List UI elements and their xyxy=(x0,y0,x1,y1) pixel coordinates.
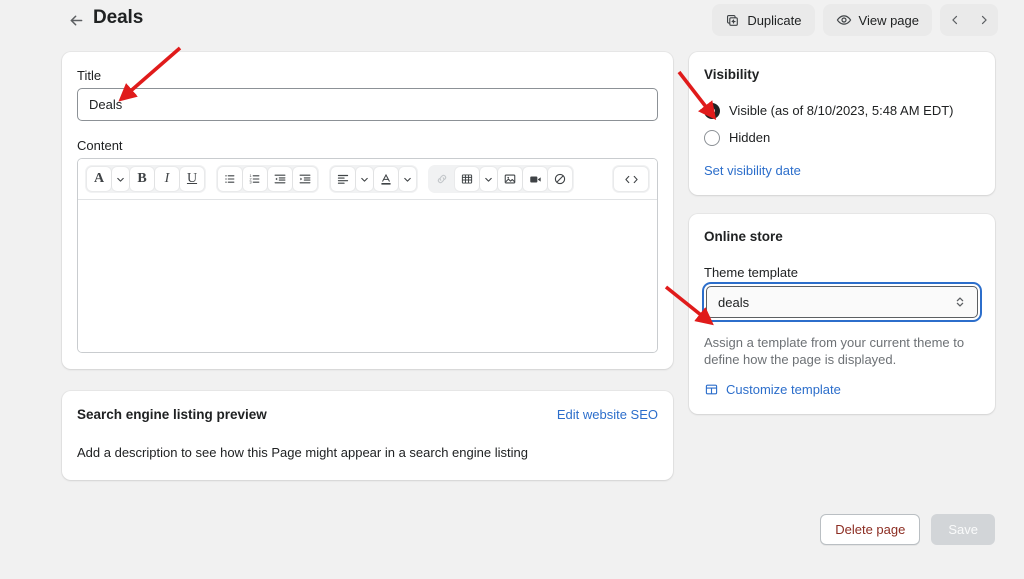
font-style-caret-button[interactable] xyxy=(112,167,129,191)
chevron-left-icon xyxy=(951,15,957,25)
visibility-card-title: Visibility xyxy=(704,67,760,82)
toolbar-group-insert xyxy=(428,165,574,193)
customize-template-label[interactable]: Customize template xyxy=(726,382,841,397)
duplicate-button-label: Duplicate xyxy=(747,12,802,28)
code-icon xyxy=(624,175,638,183)
insert-link-button xyxy=(430,167,454,191)
theme-template-select-wrapper: deals xyxy=(704,284,980,320)
template-icon xyxy=(705,384,718,395)
theme-template-select[interactable]: deals xyxy=(706,286,978,318)
italic-button[interactable]: I xyxy=(155,167,179,191)
font-style-button[interactable]: A xyxy=(87,167,111,191)
indent-icon xyxy=(299,174,311,184)
link-icon xyxy=(437,174,447,184)
chevron-down-icon xyxy=(485,177,492,182)
image-icon xyxy=(504,174,516,184)
align-button[interactable] xyxy=(331,167,355,191)
duplicate-button[interactable]: Duplicate xyxy=(712,4,815,36)
svg-text:3: 3 xyxy=(250,180,252,184)
visibility-visible-label: Visible (as of 8/10/2023, 5:48 AM EDT) xyxy=(729,103,954,118)
previous-page-button[interactable] xyxy=(940,4,969,36)
editor-body[interactable] xyxy=(78,200,657,352)
numbered-list-button[interactable]: 1 2 3 xyxy=(243,167,267,191)
outdent-button[interactable] xyxy=(268,167,292,191)
toolbar-group-align-color xyxy=(329,165,418,193)
show-html-button[interactable] xyxy=(614,167,648,191)
table-icon xyxy=(461,174,473,184)
visibility-hidden-radio[interactable] xyxy=(704,130,720,146)
bold-button[interactable]: B xyxy=(130,167,154,191)
save-button: Save xyxy=(931,514,995,545)
online-store-card-title: Online store xyxy=(704,229,783,244)
title-input[interactable] xyxy=(77,88,658,121)
align-left-icon xyxy=(337,174,349,184)
page-content-card: Title Content A B I U xyxy=(62,52,673,369)
up-down-chevron-icon xyxy=(956,297,964,307)
insert-video-button[interactable] xyxy=(523,167,547,191)
toolbar-group-text: A B I U xyxy=(85,165,206,193)
chevron-down-icon xyxy=(117,177,124,182)
visibility-visible-radio[interactable] xyxy=(704,103,720,119)
outdent-icon xyxy=(274,174,286,184)
sidebar-column: Visibility Visible (as of 8/10/2023, 5:4… xyxy=(689,52,995,414)
insert-table-button[interactable] xyxy=(455,167,479,191)
title-field-label: Title xyxy=(77,68,102,83)
text-color-caret-button[interactable] xyxy=(399,167,416,191)
chevron-down-icon xyxy=(361,177,368,182)
seo-header: Search engine listing preview Edit websi… xyxy=(77,407,658,422)
table-caret-button[interactable] xyxy=(480,167,497,191)
bulleted-list-icon xyxy=(225,175,235,183)
arrow-left-icon xyxy=(70,14,82,26)
edit-website-seo-link[interactable]: Edit website SEO xyxy=(557,407,658,422)
theme-template-label: Theme template xyxy=(704,265,798,280)
page-navigation xyxy=(940,4,998,36)
content-field-label: Content xyxy=(77,138,123,153)
online-store-card: Online store Theme template deals Assign… xyxy=(689,214,995,414)
clear-formatting-button[interactable] xyxy=(548,167,572,191)
seo-preview-card: Search engine listing preview Edit websi… xyxy=(62,391,673,480)
underline-button[interactable]: U xyxy=(180,167,204,191)
content-editor: A B I U 1 2 3 xyxy=(77,158,658,353)
no-entry-icon xyxy=(554,173,566,185)
theme-template-value: deals xyxy=(718,294,750,310)
toolbar-group-code xyxy=(612,165,650,193)
next-page-button[interactable] xyxy=(969,4,998,36)
main-column: Title Content A B I U xyxy=(62,52,673,480)
toolbar-group-lists: 1 2 3 xyxy=(216,165,319,193)
visibility-hidden-option[interactable]: Hidden xyxy=(704,129,980,146)
header-actions: Duplicate View page xyxy=(712,4,998,36)
duplicate-icon xyxy=(727,14,739,26)
seo-title: Search engine listing preview xyxy=(77,407,267,422)
visibility-card: Visibility Visible (as of 8/10/2023, 5:4… xyxy=(689,52,995,195)
view-page-button-label: View page xyxy=(858,12,919,28)
customize-template-link[interactable]: Customize template xyxy=(704,382,980,397)
view-page-button[interactable]: View page xyxy=(822,4,932,36)
theme-template-help-text: Assign a template from your current them… xyxy=(704,335,965,367)
seo-description: Add a description to see how this Page m… xyxy=(77,445,528,460)
indent-button[interactable] xyxy=(293,167,317,191)
numbered-list-icon: 1 2 3 xyxy=(250,174,260,184)
visibility-visible-option[interactable]: Visible (as of 8/10/2023, 5:48 AM EDT) xyxy=(704,102,980,119)
video-icon xyxy=(529,176,541,182)
eye-icon xyxy=(836,15,851,25)
page-footer-actions: Delete page Save xyxy=(820,514,995,545)
chevron-right-icon xyxy=(981,15,987,25)
set-visibility-date-link[interactable]: Set visibility date xyxy=(704,163,801,178)
back-button[interactable] xyxy=(66,10,86,30)
bulleted-list-button[interactable] xyxy=(218,167,242,191)
delete-page-button[interactable]: Delete page xyxy=(820,514,921,545)
chevron-down-icon xyxy=(404,177,411,182)
align-caret-button[interactable] xyxy=(356,167,373,191)
page-header: Deals Duplicate View page xyxy=(0,0,1024,40)
text-color-button[interactable] xyxy=(374,167,398,191)
page-title: Deals xyxy=(93,7,144,28)
text-color-icon xyxy=(381,173,391,185)
editor-toolbar: A B I U 1 2 3 xyxy=(78,159,657,200)
insert-image-button[interactable] xyxy=(498,167,522,191)
visibility-hidden-label: Hidden xyxy=(729,130,771,145)
